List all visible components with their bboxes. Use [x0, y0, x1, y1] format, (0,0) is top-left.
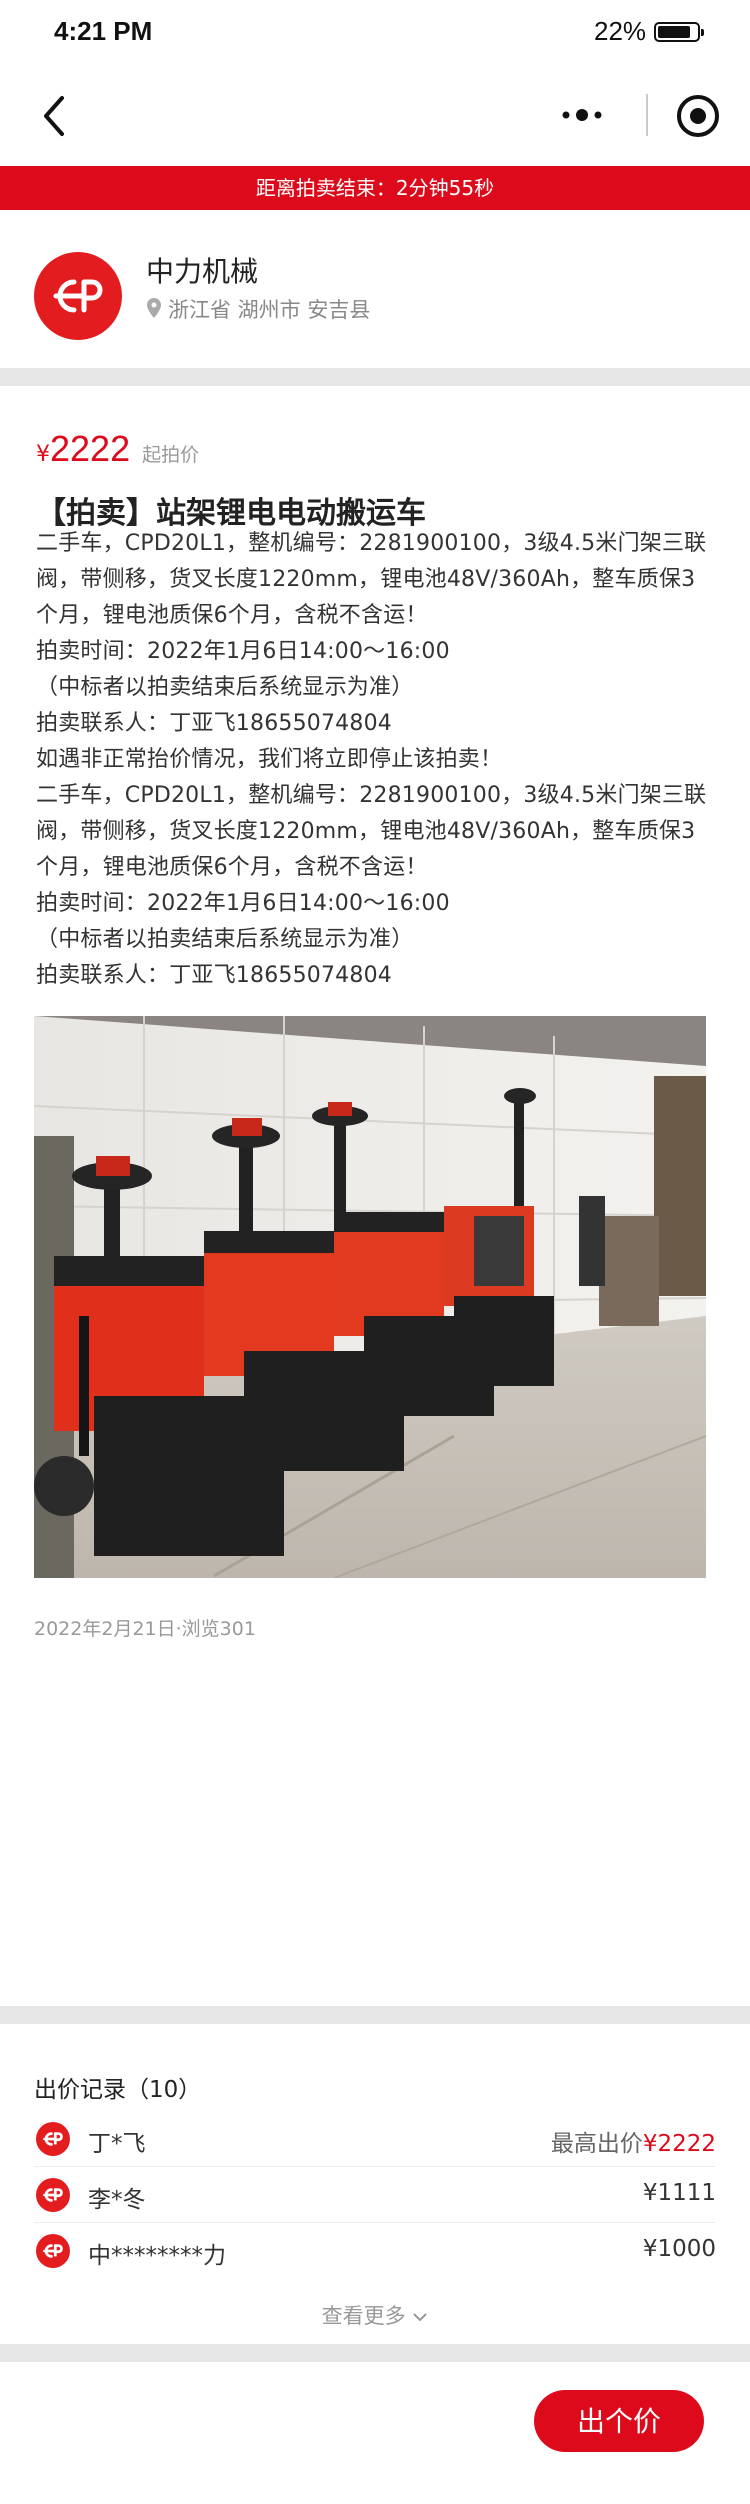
price-row: ¥2222 起拍价 — [36, 428, 199, 478]
bid-records-title: 出价记录（10） — [34, 2077, 202, 2103]
bottom-action-bar: 出个价 — [0, 2362, 750, 2504]
see-more-label: 查看更多 — [321, 2304, 406, 2328]
battery-icon — [654, 22, 704, 42]
bid-row: 中********力 ¥1000 — [34, 2222, 716, 2278]
listing-card: ¥2222 起拍价 【拍卖】站架锂电电动搬运车 二手车，CPD20L1，整机编号：… — [0, 386, 750, 2006]
section-divider — [0, 2006, 750, 2024]
store-header[interactable]: 中力机械 浙江省 湖州市 安吉县 — [0, 210, 750, 368]
bid-price: ¥1000 — [642, 2236, 716, 2262]
highest-bid-label: 最高出价 — [550, 2131, 643, 2157]
starting-price: 2222 — [50, 428, 131, 469]
bid-row: 丁*飞 最高出价¥2222 — [34, 2110, 716, 2167]
target-icon[interactable] — [672, 90, 724, 142]
bid-price: ¥1111 — [642, 2180, 716, 2206]
bidder-name: 中********力 — [88, 2243, 226, 2269]
nav-divider — [646, 94, 648, 136]
status-time: 4:21 PM — [54, 16, 153, 46]
avatar — [36, 2234, 70, 2268]
store-name: 中力机械 — [146, 255, 259, 288]
bidder-name: 丁*飞 — [88, 2131, 146, 2157]
avatar — [36, 2178, 70, 2212]
pin-icon — [146, 297, 162, 319]
battery-percent: 22% — [594, 16, 647, 46]
auction-countdown-banner: 距离拍卖结束：2分钟55秒 — [0, 166, 750, 210]
product-photo[interactable] — [34, 1016, 706, 1578]
bid-amount: 最高出价¥2222 — [551, 2124, 716, 2158]
chevron-down-icon — [412, 2304, 428, 2328]
bidder-name: 李*冬 — [88, 2187, 146, 2213]
price-symbol: ¥ — [36, 442, 50, 467]
status-bar: 4:21 PM 22% — [0, 0, 750, 66]
price-label: 起拍价 — [142, 444, 200, 466]
back-icon[interactable] — [36, 92, 76, 140]
listing-description: 二手车，CPD20L1，整机编号：2281900100，3级4.5米门架三联阀，… — [36, 531, 707, 988]
nav-bar — [0, 66, 750, 166]
section-divider — [0, 2344, 750, 2362]
bid-price: ¥2222 — [642, 2131, 716, 2157]
avatar — [36, 2122, 70, 2156]
store-location: 浙江省 湖州市 安吉县 — [168, 298, 371, 322]
bid-records: 出价记录（10） 丁*飞 最高出价¥2222 李*冬 ¥1111 中******… — [0, 2024, 750, 2344]
see-more-link[interactable]: 查看更多 — [0, 2300, 750, 2330]
bid-row: 李*冬 ¥1111 — [34, 2166, 716, 2223]
post-meta: 2022年2月21日·浏览301 — [34, 1618, 256, 1640]
place-bid-button[interactable]: 出个价 — [534, 2390, 704, 2452]
section-divider — [0, 368, 750, 386]
store-logo — [34, 252, 122, 340]
more-icon[interactable] — [560, 100, 604, 130]
